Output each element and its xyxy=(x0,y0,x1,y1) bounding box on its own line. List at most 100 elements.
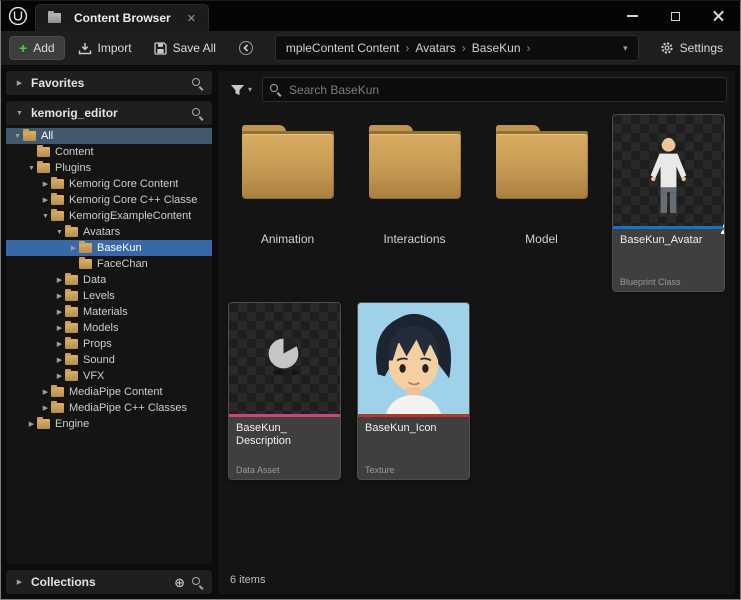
title-bar: Content Browser ✕ xyxy=(1,1,740,31)
minimize-icon xyxy=(627,15,638,17)
tree-item-data[interactable]: Data xyxy=(6,272,212,288)
asset-grid-row-2: BaseKun_ Description Data Asset xyxy=(228,302,731,480)
chevron-right-icon[interactable] xyxy=(54,372,65,380)
save-all-button[interactable]: Save All xyxy=(145,37,225,59)
chevron-down-icon[interactable] xyxy=(54,229,65,236)
tree-item-basekun[interactable]: BaseKun xyxy=(6,240,212,256)
chevron-right-icon[interactable] xyxy=(54,308,65,316)
data-asset-thumbnail-image xyxy=(229,303,340,414)
tree-item-models[interactable]: Models xyxy=(6,320,212,336)
chevron-right-icon[interactable] xyxy=(40,180,51,188)
breadcrumb-item-basekun[interactable]: BaseKun xyxy=(468,41,525,55)
unreal-logo-icon[interactable] xyxy=(1,1,35,31)
folder-icon xyxy=(239,124,337,200)
save-icon xyxy=(154,42,167,55)
chevron-right-icon[interactable] xyxy=(26,420,37,428)
asset-card-basekun-avatar[interactable]: BaseKun_Avatar Blueprint Class xyxy=(612,114,725,292)
tree-item-vfx[interactable]: VFX xyxy=(6,368,212,384)
tree-item-engine[interactable]: Engine xyxy=(6,416,212,432)
tree-item-levels[interactable]: Levels xyxy=(6,288,212,304)
chevron-down-icon[interactable] xyxy=(12,133,23,140)
chevron-right-icon[interactable] xyxy=(14,79,25,87)
plus-icon: + xyxy=(19,43,27,53)
chevron-right-icon[interactable] xyxy=(54,292,65,300)
folder-tile-model[interactable]: Model xyxy=(478,114,605,246)
chevron-down-icon[interactable] xyxy=(40,213,51,220)
asset-search xyxy=(262,77,727,102)
asset-info: BaseKun_Avatar Blueprint Class xyxy=(613,229,724,291)
tree-item-kemorig-core-content[interactable]: Kemorig Core Content xyxy=(6,176,212,192)
chevron-right-icon[interactable] xyxy=(40,388,51,396)
source-label: kemorig_editor xyxy=(31,106,118,120)
tab-content-browser[interactable]: Content Browser ✕ xyxy=(35,4,209,31)
asset-grid-row-1: Animation Interactions Model xyxy=(224,114,731,292)
search-icon[interactable] xyxy=(191,77,204,90)
import-button[interactable]: Import xyxy=(69,37,141,59)
asset-thumbnail xyxy=(229,303,340,414)
folder-icon xyxy=(79,259,92,269)
maximize-button[interactable] xyxy=(654,1,697,31)
chevron-right-icon[interactable] xyxy=(54,324,65,332)
maximize-icon xyxy=(671,12,680,21)
chevron-right-icon[interactable] xyxy=(14,578,25,586)
tree-item-plugins[interactable]: Plugins xyxy=(6,160,212,176)
tree-item-kemorig-example-content[interactable]: KemorigExampleContent xyxy=(6,208,212,224)
search-icon[interactable] xyxy=(191,576,204,589)
chevron-right-icon[interactable] xyxy=(54,276,65,284)
folder-icon xyxy=(51,211,64,221)
favorites-label: Favorites xyxy=(31,76,84,90)
tree-item-props[interactable]: Props xyxy=(6,336,212,352)
add-button-label: Add xyxy=(33,41,54,55)
asset-card-basekun-icon[interactable]: BaseKun_Icon Texture xyxy=(357,302,470,480)
tree-item-content[interactable]: Content xyxy=(6,144,212,160)
close-button[interactable] xyxy=(697,1,740,31)
search-icon[interactable] xyxy=(191,107,204,120)
tree-item-kemorig-core-cpp[interactable]: Kemorig Core C++ Classe xyxy=(6,192,212,208)
breadcrumb: mpleContent Content Avatars BaseKun xyxy=(275,35,639,61)
chevron-down-icon[interactable] xyxy=(26,165,37,172)
favorites-header[interactable]: Favorites xyxy=(5,70,213,96)
tree-item-avatars[interactable]: Avatars xyxy=(6,224,212,240)
chevron-down-icon xyxy=(248,85,252,94)
chevron-right-icon[interactable] xyxy=(54,340,65,348)
asset-type: Data Asset xyxy=(236,465,333,475)
chevron-right-icon[interactable] xyxy=(54,356,65,364)
tree-item-facechan[interactable]: FaceChan xyxy=(6,256,212,272)
tree-item-mediapipe-content[interactable]: MediaPipe Content xyxy=(6,384,212,400)
folder-icon xyxy=(51,403,64,413)
gear-icon xyxy=(660,41,674,55)
texture-thumbnail-image xyxy=(358,303,469,414)
folder-icon xyxy=(51,195,64,205)
chevron-right-icon[interactable] xyxy=(40,404,51,412)
breadcrumb-item-avatars[interactable]: Avatars xyxy=(411,41,459,55)
tree-item-materials[interactable]: Materials xyxy=(6,304,212,320)
minimize-button[interactable] xyxy=(611,1,654,31)
folder-tile-animation[interactable]: Animation xyxy=(224,114,351,246)
add-button[interactable]: + Add xyxy=(9,36,65,60)
settings-button[interactable]: Settings xyxy=(651,37,732,59)
chevron-down-icon[interactable] xyxy=(14,110,25,117)
collections-label: Collections xyxy=(31,575,96,589)
toolbar: + Add Import Save All mpleConte xyxy=(1,31,740,66)
item-count: 6 items xyxy=(230,574,265,586)
filter-button[interactable] xyxy=(226,81,256,99)
folder-tile-interactions[interactable]: Interactions xyxy=(351,114,478,246)
chevron-right-icon[interactable] xyxy=(68,244,79,252)
breadcrumb-item-content[interactable]: mpleContent Content xyxy=(282,41,403,55)
sources-header[interactable]: kemorig_editor xyxy=(6,101,212,126)
chevron-right-icon[interactable] xyxy=(40,196,51,204)
tree-item-sound[interactable]: Sound xyxy=(6,352,212,368)
folder-tree: All Content Plugins Kemorig Core Content… xyxy=(6,126,212,564)
asset-info: BaseKun_Icon Texture xyxy=(358,417,469,479)
breadcrumb-dropdown-icon[interactable] xyxy=(619,43,632,54)
collections-header[interactable]: Collections ⊕ xyxy=(5,569,213,595)
back-button[interactable] xyxy=(229,37,263,59)
tree-item-all[interactable]: All xyxy=(6,128,212,144)
search-input[interactable] xyxy=(287,82,720,98)
add-collection-icon[interactable]: ⊕ xyxy=(174,576,185,589)
tree-item-mediapipe-cpp[interactable]: MediaPipe C++ Classes xyxy=(6,400,212,416)
breadcrumb-separator-icon xyxy=(460,41,468,55)
asset-card-basekun-description[interactable]: BaseKun_ Description Data Asset xyxy=(228,302,341,480)
tab-close-icon[interactable]: ✕ xyxy=(187,12,196,25)
content-browser-tab-icon xyxy=(48,13,61,23)
